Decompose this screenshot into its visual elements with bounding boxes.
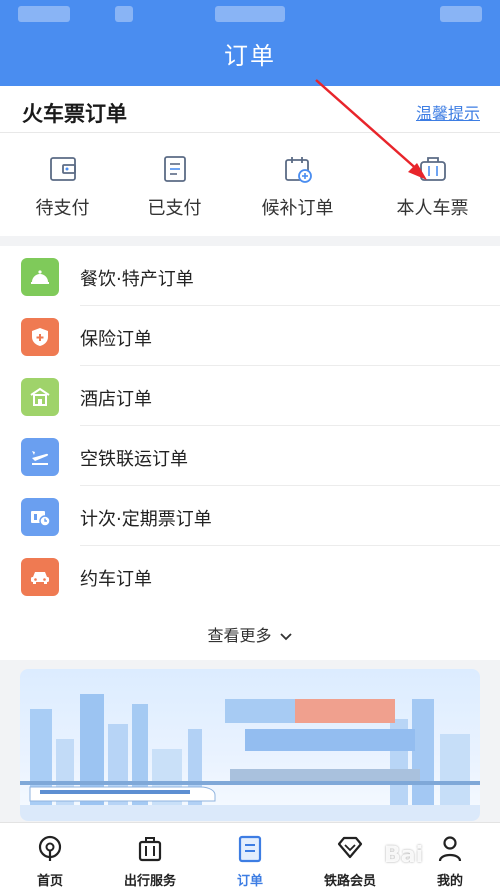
city-train-illustration [20, 694, 480, 821]
list-item-car-order[interactable]: 约车订单 [0, 546, 500, 606]
quick-waitlist[interactable]: 候补订单 [235, 154, 360, 220]
wallet-icon [49, 157, 76, 181]
view-more-button[interactable]: 查看更多 [0, 622, 500, 646]
list-item-air-rail-order[interactable]: 空铁联运订单 [0, 426, 500, 486]
chevron-down-icon [279, 632, 292, 640]
list-item-label: 计次·定期票订单 [80, 509, 212, 530]
receipt-icon [163, 156, 186, 182]
status-bar-blur [440, 6, 482, 22]
bottom-tab-bar: 首页 出行服务 订单 铁路会员 我的 [0, 822, 500, 889]
quick-label: 待支付 [35, 198, 90, 219]
status-bar-blur [18, 6, 70, 22]
list-item-hotel-order[interactable]: 酒店订单 [0, 366, 500, 426]
tab-label: 铁路会员 [323, 874, 376, 889]
watermark-logo: Bai [384, 843, 424, 868]
tab-label: 我的 [436, 874, 463, 889]
list-item-insurance-order[interactable]: 保险订单 [0, 306, 500, 366]
tab-travel-services[interactable]: 出行服务 [100, 823, 200, 889]
user-icon [438, 836, 462, 862]
shield-plus-icon [21, 318, 59, 356]
food-cloche-icon [21, 258, 59, 296]
order-list: 餐饮·特产订单 保险订单 酒店订单 空铁联运订单 计次·定期票订单 约车订单 查… [0, 246, 500, 660]
list-item-label: 保险订单 [80, 329, 152, 350]
tab-label: 订单 [236, 874, 263, 889]
divider [0, 132, 500, 133]
quick-paid[interactable]: 已支付 [112, 154, 237, 220]
view-more-label: 查看更多 [207, 626, 272, 645]
hotel-icon [21, 378, 59, 416]
app-header: 订单 [0, 0, 500, 86]
ticket-clock-icon [21, 498, 59, 536]
status-bar-blur [215, 6, 285, 22]
diamond-icon [337, 836, 363, 859]
luggage-icon [419, 157, 446, 181]
plane-train-icon [21, 438, 59, 476]
promo-banner[interactable] [20, 669, 480, 821]
card-title: 火车票订单 [22, 102, 127, 126]
list-item-food-order[interactable]: 餐饮·特产订单 [0, 246, 500, 306]
quick-my-tickets[interactable]: 本人车票 [370, 154, 495, 220]
tab-label: 首页 [36, 874, 63, 889]
tips-link[interactable]: 温馨提示 [416, 100, 480, 124]
car-icon [21, 558, 59, 596]
tab-home[interactable]: 首页 [0, 823, 100, 889]
status-bar-blur [115, 6, 133, 22]
home-icon [38, 835, 62, 861]
list-item-label: 约车订单 [80, 569, 152, 590]
list-item-label: 餐饮·特产订单 [80, 269, 194, 290]
list-item-label: 空铁联运订单 [80, 449, 188, 470]
quick-pending-payment[interactable]: 待支付 [0, 154, 125, 220]
list-item-pass-ticket-order[interactable]: 计次·定期票订单 [0, 486, 500, 546]
tab-label: 出行服务 [123, 874, 176, 889]
quick-label: 候补订单 [261, 198, 334, 219]
suitcase-icon [138, 837, 162, 862]
tab-orders[interactable]: 订单 [200, 823, 300, 889]
calendar-add-icon [284, 157, 312, 183]
quick-label: 已支付 [147, 198, 202, 219]
train-ticket-card: 火车票订单 温馨提示 待支付 已支付 候补订单 本人车票 [0, 86, 500, 236]
list-item-label: 酒店订单 [80, 389, 152, 410]
quick-label: 本人车票 [396, 198, 469, 219]
page-title: 订单 [224, 42, 276, 70]
order-icon [238, 835, 262, 863]
